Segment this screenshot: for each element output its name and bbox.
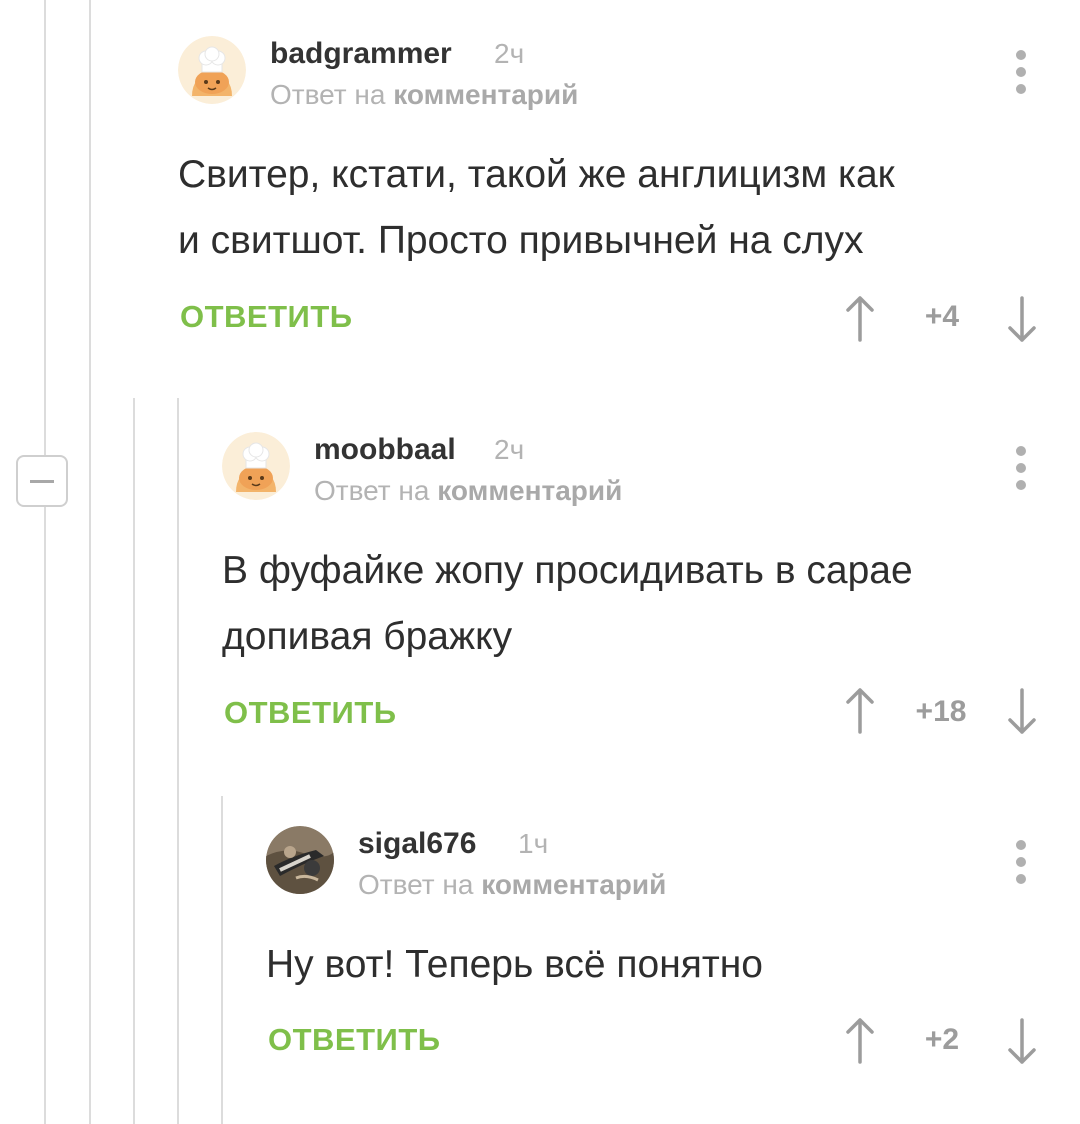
downvote-arrow-icon[interactable] [1002,1016,1042,1066]
reply-prefix: Ответ на [358,869,474,900]
cook-avatar-icon [178,36,246,104]
thread-line [89,0,91,1124]
comment-body: Ну вот! Теперь всё понятно [266,932,763,998]
comment-score: +4 [924,300,960,333]
downvote-arrow-icon[interactable] [1002,686,1042,736]
reply-to-line: Ответ на комментарий [358,868,666,902]
comment-time: 2ч [494,434,525,465]
reply-button[interactable]: ОТВЕТИТЬ [268,1022,441,1058]
avatar[interactable] [266,826,334,894]
comment: moobbaal 2ч Ответ на комментарий В фуфай… [222,432,1080,752]
comment-time: 1ч [518,828,549,859]
comment-body-line: и свитшот. Просто привычней на слух [178,219,864,262]
comment-body-line: допивая бражку [222,615,513,658]
comment: badgrammer 2ч Ответ на комментарий Свите… [178,36,1080,356]
avatar[interactable] [178,36,246,104]
comment-body: Свитер, кстати, такой же англицизм как и… [178,142,895,274]
photo-avatar-icon [266,826,334,894]
comment-username[interactable]: sigal676 [358,826,476,862]
comment-body: В фуфайке жопу просидивать в сарае допив… [222,538,913,670]
comment-username[interactable]: moobbaal [314,432,456,468]
downvote-arrow-icon[interactable] [1002,294,1042,344]
thread-line [221,796,223,1124]
comment: sigal676 1ч Ответ на комментарий Ну вот!… [266,826,1080,1086]
thread-line [44,0,46,1124]
reply-button[interactable]: ОТВЕТИТЬ [224,695,397,731]
more-options-icon[interactable] [1014,840,1028,884]
reply-button[interactable]: ОТВЕТИТЬ [180,299,353,335]
more-options-icon[interactable] [1014,50,1028,94]
upvote-arrow-icon[interactable] [840,1016,880,1066]
thread-line [133,398,135,1124]
reply-prefix: Ответ на [270,79,386,110]
collapse-thread-button[interactable] [16,455,68,507]
comment-body-line: Свитер, кстати, такой же англицизм как [178,153,895,196]
avatar[interactable] [222,432,290,500]
reply-prefix: Ответ на [314,475,430,506]
comment-score: +2 [924,1023,960,1056]
reply-to-link[interactable]: комментарий [481,869,666,900]
cook-avatar-icon [222,432,290,500]
reply-to-line: Ответ на комментарий [314,474,622,508]
reply-to-line: Ответ на комментарий [270,78,578,112]
upvote-arrow-icon[interactable] [840,686,880,736]
more-options-icon[interactable] [1014,446,1028,490]
upvote-arrow-icon[interactable] [840,294,880,344]
comment-time: 2ч [494,38,525,69]
reply-to-link[interactable]: комментарий [393,79,578,110]
comment-body-line: Ну вот! Теперь всё понятно [266,943,763,986]
comment-username[interactable]: badgrammer [270,36,452,72]
minus-icon [30,480,54,483]
comment-score: +18 [915,695,967,728]
comment-body-line: В фуфайке жопу просидивать в сарае [222,549,913,592]
thread-line [177,398,179,1124]
reply-to-link[interactable]: комментарий [437,475,622,506]
